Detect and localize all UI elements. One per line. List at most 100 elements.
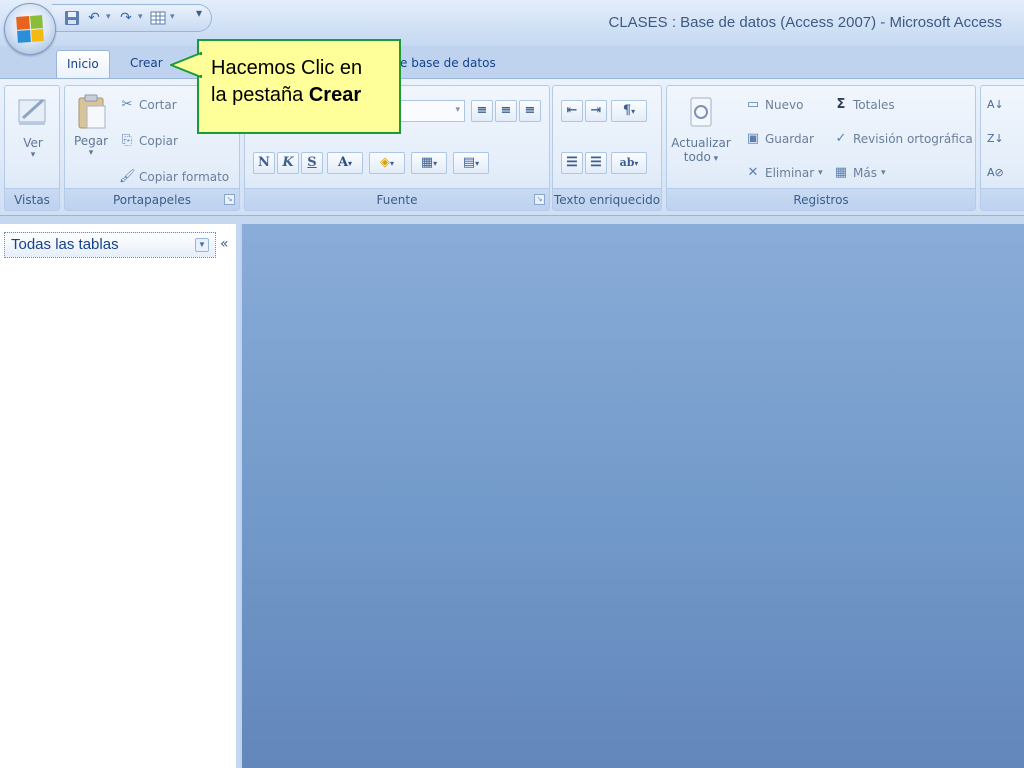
sort-descending-icon[interactable]: Z↓ [987, 128, 1004, 150]
tab-crear[interactable]: Crear [120, 50, 173, 78]
group-texto-enriquecido: ⇤ ⇥ ¶▾ ☰ ☰ ab▾ Texto enriquecido [552, 85, 662, 211]
nav-pane-title: Todas las tablas [11, 236, 119, 253]
decrease-indent-button[interactable]: ⇤ [561, 100, 583, 122]
callout-line-2: la pestaña Crear [211, 82, 389, 109]
clear-sort-icon[interactable]: A⊘ [987, 162, 1004, 184]
copiar-label: Copiar [139, 134, 178, 148]
underline-button[interactable]: S [301, 152, 323, 174]
group-registros: Actualizar todo ▾ ▭ Nuevo ▣ Guardar ✕ Elimi… [666, 85, 976, 211]
eliminar-dropdown-icon: ▾ [818, 168, 823, 178]
alternate-fill-button[interactable]: ▤▾ [453, 152, 489, 174]
collapse-pane-icon[interactable]: « [220, 236, 229, 252]
actualizar-todo-button[interactable]: Actualizar todo ▾ [669, 94, 733, 164]
callout-line-1: Hacemos Clic en [211, 57, 363, 79]
group-label-vistas: Vistas [5, 188, 59, 210]
revision-ortografica-button[interactable]: ✓ Revisión ortográfica [833, 128, 973, 150]
view-dropdown-icon[interactable]: ▾ [170, 12, 175, 22]
fuente-launcher-icon[interactable]: ↘ [534, 194, 545, 205]
actualizar-label: Actualizar [671, 136, 731, 150]
actualizar-dropdown-icon: ▾ [710, 154, 719, 164]
tab-inicio[interactable]: Inicio [56, 50, 110, 78]
pegar-dropdown-icon: ▾ [88, 148, 94, 158]
guardar-button[interactable]: ▣ Guardar [745, 128, 814, 150]
sigma-icon: Σ [836, 97, 846, 112]
group-label-portapapeles: Portapapeles [65, 188, 239, 210]
highlight-button[interactable]: ab▾ [611, 152, 647, 174]
group-label-fuente: Fuente [245, 188, 549, 210]
align-center-button[interactable]: ≡ [495, 100, 517, 122]
grid-icon: ▦ [420, 155, 434, 170]
office-button[interactable] [4, 3, 56, 55]
chevron-down-icon[interactable]: ▼ [195, 238, 209, 252]
copiar-formato-label: Copiar formato [139, 170, 230, 184]
nav-pane-header[interactable]: Todas las tablas ▼ [4, 232, 216, 258]
nuevo-button[interactable]: ▭ Nuevo [745, 94, 804, 116]
totales-button[interactable]: Σ Totales [833, 94, 895, 116]
numbering-button[interactable]: ☰ [561, 152, 583, 174]
ribbon-tabs: Inicio Crear e base de datos [0, 46, 1024, 78]
callout-line-2-prefix: la pestaña [211, 84, 309, 106]
align-right-button[interactable]: ≡ [519, 100, 541, 122]
portapapeles-launcher-icon[interactable]: ↘ [224, 194, 235, 205]
totales-label: Totales [853, 98, 895, 112]
copiar-formato-button[interactable]: 🖌 Copiar formato [119, 166, 229, 188]
new-record-icon: ▭ [746, 97, 760, 112]
office-logo-icon [16, 15, 44, 43]
scissors-icon: ✂ [121, 97, 133, 112]
ver-button[interactable]: Ver ▾ [11, 94, 55, 160]
group-label-texto: Texto enriquecido [553, 188, 661, 210]
save-record-icon: ▣ [746, 131, 760, 146]
group-ordenar: A↓ Z↓ A⊘ [980, 85, 1024, 211]
undo-dropdown-icon[interactable]: ▾ [106, 12, 111, 22]
increase-indent-button[interactable]: ⇥ [585, 100, 607, 122]
todo-label: todo [683, 150, 711, 164]
ver-dropdown-icon: ▾ [30, 150, 36, 160]
ribbon: Ver ▾ Vistas Pegar ▾ ✂ Cortar ⎘ Copiar 🖌 Co… [0, 78, 1024, 216]
italic-button[interactable]: K [277, 152, 299, 174]
view-icon [15, 94, 51, 130]
ribbon-bottom-strip [0, 216, 1024, 224]
group-vistas: Ver ▾ Vistas [4, 85, 60, 211]
mas-dropdown-icon: ▾ [880, 168, 886, 178]
group-label-ordenar [981, 188, 1024, 210]
font-size-combo[interactable]: ▾ [395, 100, 465, 122]
spelling-check-icon: ✓ [835, 131, 847, 146]
gridlines-button[interactable]: ▦▾ [411, 152, 447, 174]
bold-button[interactable]: N [253, 152, 275, 174]
guardar-label: Guardar [765, 132, 814, 146]
mas-label: Más [853, 166, 877, 180]
pegar-button[interactable]: Pegar ▾ [71, 92, 111, 158]
pegar-label: Pegar [73, 134, 109, 148]
paste-icon [73, 92, 109, 129]
alternate-rows-icon: ▤ [462, 155, 476, 170]
instruction-callout: Hacemos Clic en la pestaña Crear [197, 39, 401, 134]
copy-icon: ⎘ [121, 133, 133, 148]
table-icon[interactable] [148, 9, 168, 27]
window-title: CLASES : Base de datos (Access 2007) - M… [608, 14, 1002, 31]
title-bar: ↶ ▾ ↷ ▾ ▾ ▾ CLASES : Base de datos (Acce… [0, 0, 1024, 46]
cortar-label: Cortar [139, 98, 177, 112]
callout-pointer-icon [170, 52, 202, 78]
format-painter-icon: 🖌 [119, 169, 136, 184]
font-color-button[interactable]: A▾ [327, 152, 363, 174]
save-icon[interactable] [62, 9, 82, 27]
cortar-button[interactable]: ✂ Cortar [119, 94, 177, 116]
customize-toolbar-icon[interactable]: ▾ [196, 6, 202, 20]
eliminar-button[interactable]: ✕ Eliminar ▾ [745, 162, 823, 184]
undo-icon[interactable]: ↶ [84, 9, 104, 27]
redo-dropdown-icon[interactable]: ▾ [138, 12, 143, 22]
bullets-button[interactable]: ☰ [585, 152, 607, 174]
paragraph-direction-button[interactable]: ¶▾ [611, 100, 647, 122]
eliminar-label: Eliminar [765, 166, 815, 180]
fill-color-button[interactable]: ◈▾ [369, 152, 405, 174]
copiar-button[interactable]: ⎘ Copiar [119, 130, 178, 152]
sort-ascending-icon[interactable]: A↓ [987, 94, 1004, 116]
delete-icon: ✕ [747, 165, 759, 180]
align-left-button[interactable]: ≡ [471, 100, 493, 122]
ver-label: Ver [23, 136, 43, 150]
refresh-icon [683, 94, 719, 130]
navigation-pane: Todas las tablas ▼ « [0, 224, 240, 768]
mas-button[interactable]: ▦ Más ▾ [833, 162, 886, 184]
tab-herramientas-base-datos[interactable]: e base de datos [390, 50, 506, 78]
redo-icon[interactable]: ↷ [116, 9, 136, 27]
